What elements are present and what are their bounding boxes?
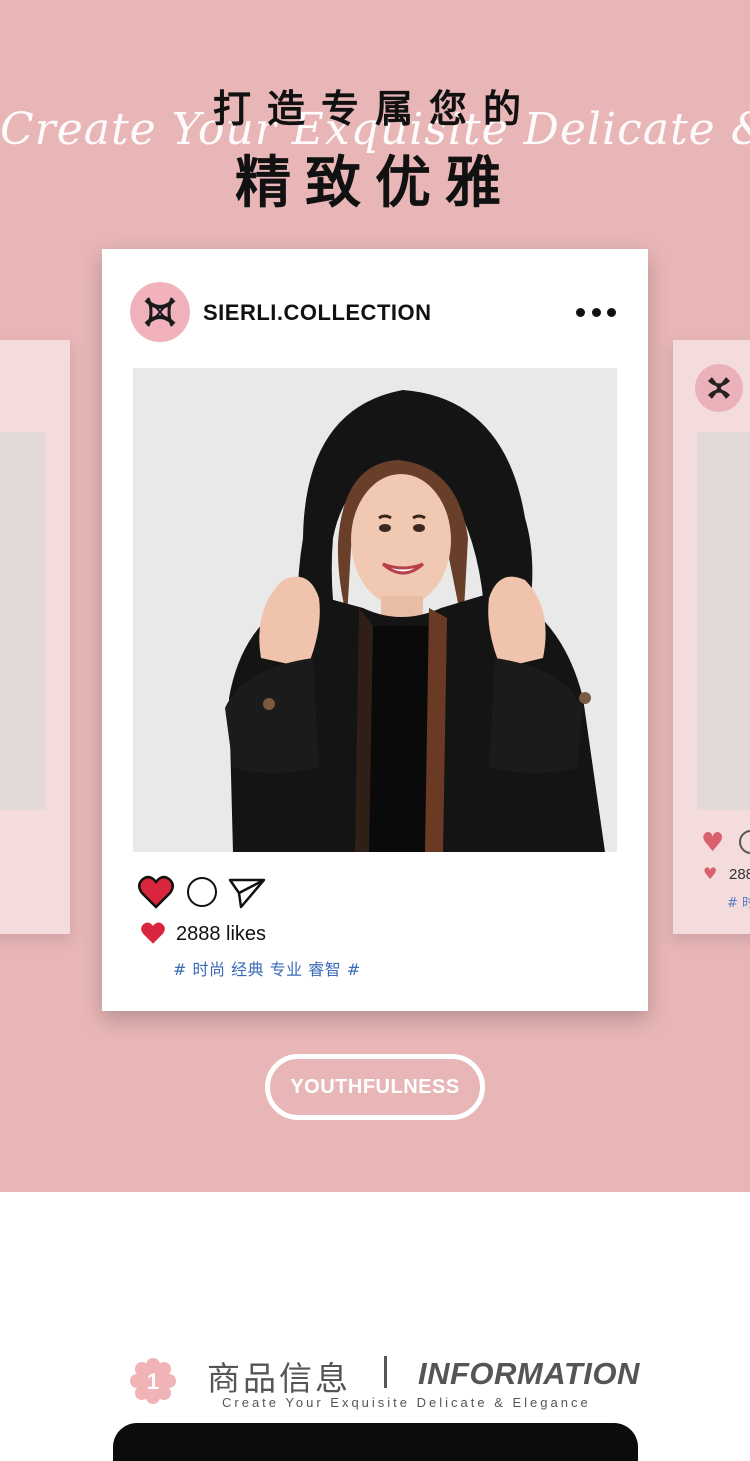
brand-avatar[interactable] <box>130 282 190 342</box>
more-dots-icon[interactable] <box>576 303 616 321</box>
section-number-badge-icon: 1 <box>130 1358 176 1404</box>
brand-logo-icon <box>144 297 176 327</box>
side-tags: # 时 <box>727 896 750 911</box>
side-card-image <box>0 432 46 810</box>
like-heart-icon[interactable] <box>138 875 174 909</box>
youthfulness-button[interactable]: YOUTHFULNESS <box>265 1054 485 1120</box>
side-card-image <box>697 432 750 810</box>
comment-icon[interactable] <box>187 877 217 907</box>
share-send-icon[interactable] <box>227 876 267 910</box>
brand-logo-icon <box>695 364 743 412</box>
post-card: SIERLI.COLLECTION 2888 likes # 时尚 经典 专业 … <box>102 249 648 1011</box>
likes-heart-icon <box>140 921 166 945</box>
hero-section: ♥ ♥ 288 # 时 打造专属您的 Create Your Exquisite… <box>0 0 750 1192</box>
likes-heart-icon: ♥ <box>703 864 718 883</box>
side-likes-count: 288 <box>729 866 750 883</box>
section-subtitle: Create Your Exquisite Delicate & Eleganc… <box>222 1395 591 1410</box>
post-hashtags[interactable]: # 时尚 经典 专业 睿智 # <box>173 956 361 980</box>
product-photo-bottom <box>113 1423 638 1461</box>
headline-top: 打造专属您的 <box>212 87 537 131</box>
youthfulness-button-label: YOUTHFULNESS <box>290 1075 460 1098</box>
side-card-left[interactable] <box>0 340 70 934</box>
title-divider <box>384 1356 387 1388</box>
comment-icon[interactable] <box>739 830 750 854</box>
section-title-en: INFORMATION <box>418 1356 640 1391</box>
badge-number: 1 <box>147 1369 159 1394</box>
like-heart-icon[interactable]: ♥ <box>701 830 724 856</box>
likes-count: 2888 likes <box>176 923 267 945</box>
section-title-cn: 商品信息 <box>207 1359 351 1398</box>
post-username[interactable]: SIERLI.COLLECTION <box>203 300 432 326</box>
headline-main: 精致优雅 <box>235 151 515 216</box>
product-photo <box>133 368 617 852</box>
side-card-right[interactable]: ♥ ♥ 288 # 时 <box>673 340 750 934</box>
